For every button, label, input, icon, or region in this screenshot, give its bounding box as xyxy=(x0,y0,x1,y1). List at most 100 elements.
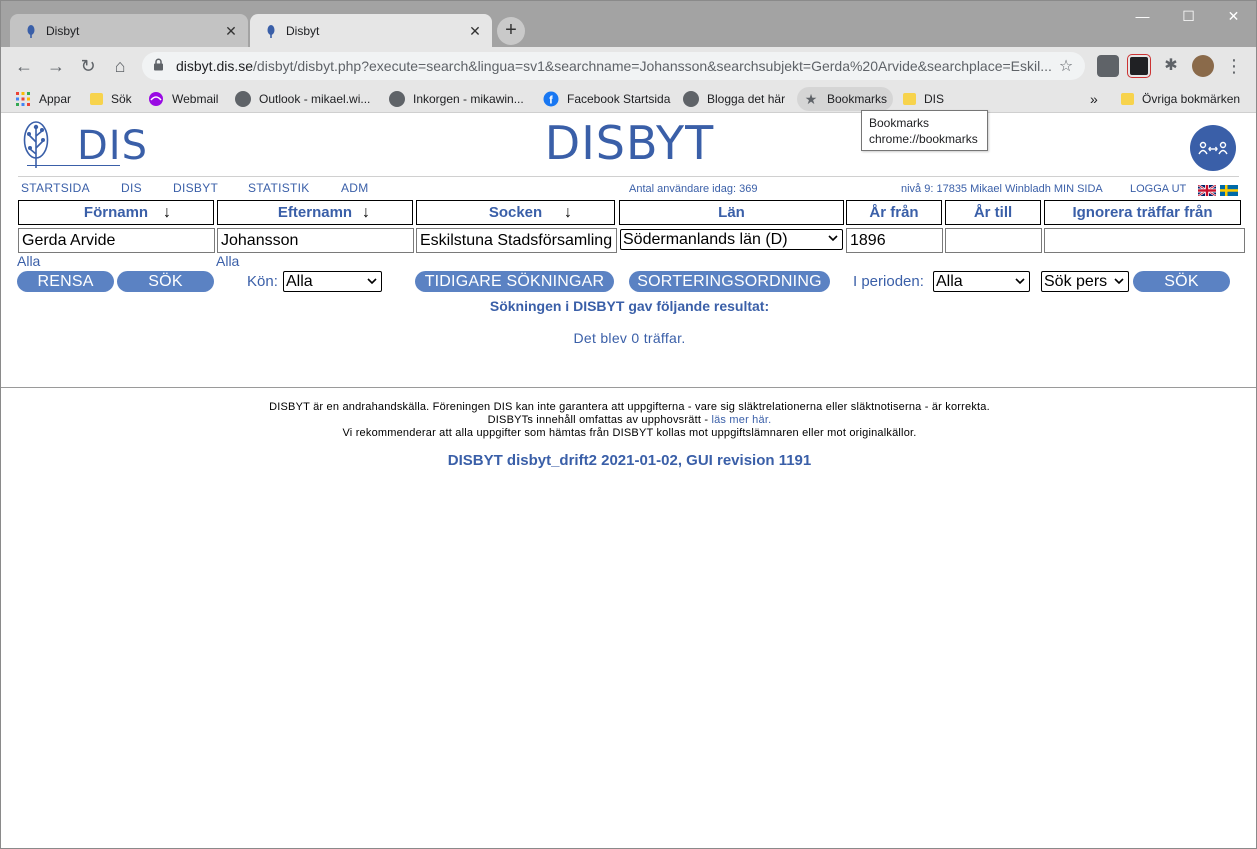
disclaimer-line-2-text: DISBYTs innehåll omfattas av upphovsrätt… xyxy=(487,414,712,426)
menu-dis[interactable]: DIS xyxy=(121,181,142,195)
alla-link-efternamn[interactable]: Alla xyxy=(216,253,239,269)
globe-icon xyxy=(683,91,699,107)
extension-icon[interactable] xyxy=(1097,55,1119,77)
results-count: Det blev 0 träffar. xyxy=(573,330,686,346)
ar-till-input[interactable] xyxy=(945,228,1042,253)
new-tab-button[interactable]: + xyxy=(497,17,525,45)
tidigare-sokningar-button[interactable]: TIDIGARE SÖKNINGAR xyxy=(415,271,614,292)
swedish-flag-icon[interactable] xyxy=(1220,183,1238,196)
globe-icon xyxy=(389,91,405,107)
tab-disbyt-2[interactable]: Disbyt ✕ xyxy=(250,14,492,47)
menu-adm[interactable]: ADM xyxy=(341,181,369,195)
extensions-puzzle-icon[interactable]: ✱ xyxy=(1160,55,1182,77)
fornamn-input[interactable]: Gerda Arvide xyxy=(18,228,215,253)
svg-text:f: f xyxy=(549,95,553,107)
bookmark-sok[interactable]: Sök xyxy=(84,87,138,111)
bookmark-ovriga[interactable]: Övriga bokmärken xyxy=(1115,87,1246,111)
disbyt-favicon-icon xyxy=(24,24,38,38)
close-tab-icon[interactable]: ✕ xyxy=(467,23,483,39)
socken-input[interactable]: Eskilstuna Stadsförsamling xyxy=(416,228,617,253)
bookmark-label: Inkorgen - mikawin... xyxy=(413,92,524,106)
sok-button-right[interactable]: SÖK xyxy=(1133,271,1230,292)
close-window-button[interactable]: ✕ xyxy=(1211,1,1256,31)
bookmark-label: Appar xyxy=(39,92,72,106)
page-content: DIS DISBYT STARTSIDA DIS DISBYT STATISTI… xyxy=(1,114,1256,848)
perioden-select[interactable]: Alla xyxy=(933,271,1030,292)
close-tab-icon[interactable]: ✕ xyxy=(223,23,239,39)
header-ignorera: Ignorera träffar från xyxy=(1044,200,1241,225)
bookmark-inkorgen[interactable]: Inkorgen - mikawin... xyxy=(383,87,530,111)
header-lan: Län xyxy=(619,200,844,225)
bookmark-star-icon[interactable]: ☆ xyxy=(1055,56,1077,76)
sort-arrow-icon[interactable]: ↓ xyxy=(564,201,572,224)
chevron-down-icon xyxy=(828,228,838,251)
disclaimer-line-3: Vi rekommenderar att alla uppgifter som … xyxy=(342,427,917,439)
forward-button[interactable]: → xyxy=(42,52,70,80)
facebook-icon: f xyxy=(543,91,559,107)
uk-flag-icon[interactable] xyxy=(1197,183,1217,197)
ignorera-input[interactable] xyxy=(1044,228,1245,253)
address-bar[interactable]: disbyt.dis.se/disbyt/disbyt.php?execute=… xyxy=(142,52,1085,80)
menu-disbyt[interactable]: DISBYT xyxy=(173,181,218,195)
bookmark-dis[interactable]: DIS xyxy=(897,87,950,111)
chevron-down-icon xyxy=(1015,276,1025,288)
bookmark-facebook[interactable]: f Facebook Startsida xyxy=(537,87,676,111)
folder-icon xyxy=(1121,93,1134,105)
version-info: DISBYT disbyt_drift2 2021-01-02, GUI rev… xyxy=(447,452,812,469)
lock-icon xyxy=(153,58,167,74)
home-button[interactable]: ⌂ xyxy=(106,52,134,80)
telia-icon xyxy=(148,91,164,107)
tooltip-line-2: chrome://bookmarks xyxy=(869,132,978,146)
folder-icon xyxy=(90,93,103,105)
menu-startsida[interactable]: STARTSIDA xyxy=(21,181,90,195)
back-button[interactable]: ← xyxy=(10,52,38,80)
sok-pers-select[interactable]: Sök pers xyxy=(1041,271,1129,292)
tooltip-line-1: Bookmarks xyxy=(869,116,930,130)
bookmark-blogga[interactable]: Blogga det här xyxy=(677,87,791,111)
sorteringsordning-button[interactable]: SORTERINGSORDNING xyxy=(629,271,830,292)
folder-icon xyxy=(903,93,916,105)
rensa-button[interactable]: RENSA xyxy=(17,271,114,292)
tab-disbyt-1[interactable]: Disbyt ✕ xyxy=(10,14,248,47)
kon-select[interactable]: Alla xyxy=(283,271,382,292)
globe-icon xyxy=(235,91,251,107)
users-link-icon xyxy=(1198,141,1228,155)
header-ar-till: År till xyxy=(945,200,1041,225)
profile-avatar[interactable] xyxy=(1192,55,1214,77)
header-efternamn[interactable]: Efternamn ↓ xyxy=(217,200,413,225)
connect-users-button[interactable] xyxy=(1190,125,1236,171)
header-label: Socken xyxy=(488,204,543,221)
header-fornamn[interactable]: Förnamn ↓ xyxy=(18,200,214,225)
todo-extension-icon[interactable] xyxy=(1128,55,1150,77)
sort-arrow-icon[interactable]: ↓ xyxy=(163,201,171,224)
logout-link[interactable]: LOGGA UT xyxy=(1130,183,1186,195)
bookmark-appar[interactable]: Appar xyxy=(9,87,77,111)
bookmarks-tooltip: Bookmarks chrome://bookmarks xyxy=(861,110,988,151)
bookmark-bookmarks[interactable]: ★ Bookmarks xyxy=(797,87,894,111)
menu-statistik[interactable]: STATISTIK xyxy=(248,181,310,195)
sort-arrow-icon[interactable]: ↓ xyxy=(362,201,370,224)
user-info[interactable]: nivå 9: 17835 Mikael Winbladh MIN SIDA xyxy=(901,183,1103,195)
header-divider xyxy=(18,176,1239,177)
bookmark-outlook[interactable]: Outlook - mikael.wi... xyxy=(229,87,376,111)
header-socken[interactable]: Socken ↓ xyxy=(416,200,615,225)
bookmarks-overflow-button[interactable]: » xyxy=(1084,87,1104,111)
disclaimer: DISBYT är en andrahandskälla. Föreningen… xyxy=(1,401,1256,440)
alla-link-fornamn[interactable]: Alla xyxy=(17,253,40,269)
efternamn-input[interactable]: Johansson xyxy=(217,228,414,253)
sok-button-left[interactable]: SÖK xyxy=(117,271,214,292)
minimize-button[interactable]: — xyxy=(1120,1,1165,31)
bookmark-label: DIS xyxy=(924,92,945,106)
reload-button[interactable]: ↻ xyxy=(74,52,102,80)
bookmark-label: Webmail xyxy=(172,92,219,106)
ar-fran-input[interactable]: 1896 xyxy=(846,228,943,253)
bookmark-label: Bookmarks xyxy=(827,92,888,106)
maximize-button[interactable]: ☐ xyxy=(1166,1,1211,31)
bookmark-webmail[interactable]: Webmail xyxy=(142,87,224,111)
disbyt-favicon-icon xyxy=(264,24,278,38)
menu-kebab-icon[interactable]: ⋮ xyxy=(1223,55,1245,77)
copyright-link[interactable]: läs mer här. xyxy=(711,414,771,426)
bookmark-label: Övriga bokmärken xyxy=(1142,92,1241,106)
lan-select[interactable]: Södermanlands län (D) xyxy=(620,229,843,250)
header-label: Efternamn xyxy=(277,204,353,221)
